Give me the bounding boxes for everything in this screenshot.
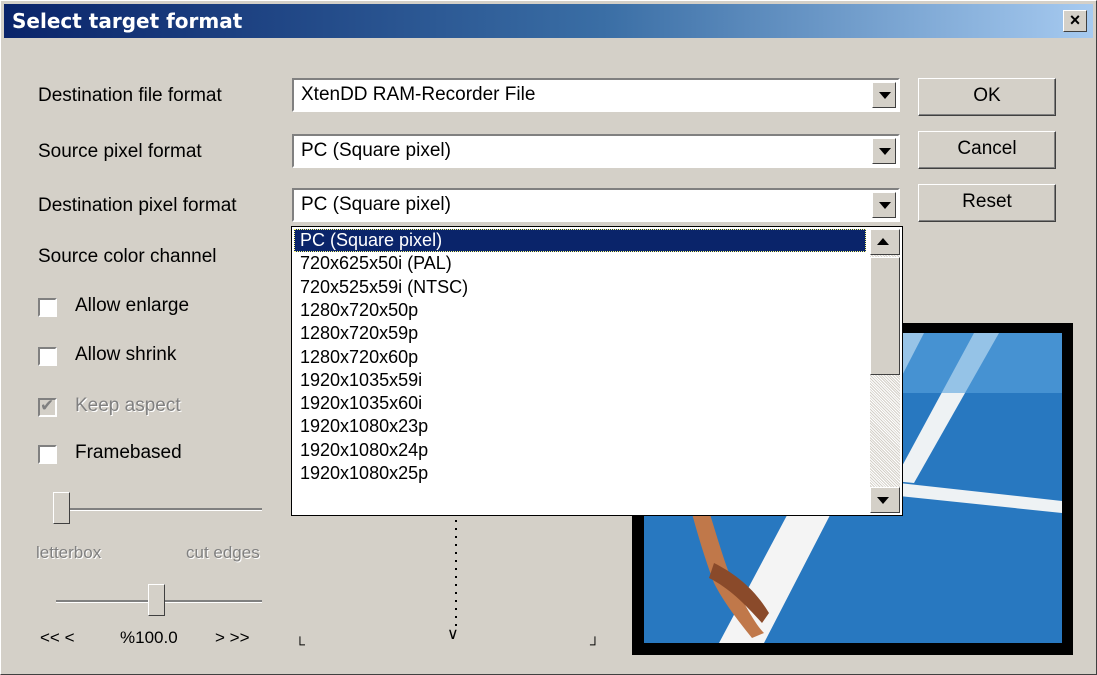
dropdown-option[interactable]: 1920x1080x24p xyxy=(294,439,866,462)
chevron-down-icon xyxy=(879,92,891,99)
dropdown-option[interactable]: PC (Square pixel) xyxy=(294,229,866,252)
destination-file-format-select[interactable]: XtenDD RAM-Recorder File xyxy=(292,78,900,112)
chevron-up-icon xyxy=(877,238,889,245)
dropdown-option[interactable]: 1280x720x59p xyxy=(294,322,866,345)
dialog-title: Select target format xyxy=(12,9,243,33)
cancel-button[interactable]: Cancel xyxy=(918,131,1056,169)
dropdown-option[interactable]: 1920x1080x25p xyxy=(294,462,866,485)
destination-pixel-format-select[interactable]: PC (Square pixel) xyxy=(292,188,900,222)
title-bar[interactable]: Select target format × xyxy=(4,4,1093,38)
scroll-up-button[interactable] xyxy=(870,229,900,255)
keep-aspect-checkbox[interactable]: ✔ xyxy=(38,396,57,417)
destination-file-format-value: XtenDD RAM-Recorder File xyxy=(301,84,536,105)
chevron-down-icon xyxy=(877,497,889,504)
dropdown-scrollbar[interactable] xyxy=(870,229,900,513)
letterbox-slider-thumb[interactable] xyxy=(53,492,70,524)
checkmark-icon: ✔ xyxy=(40,396,55,415)
cut-edges-label: cut edges xyxy=(186,543,260,562)
zoom-decrease-label[interactable]: << < xyxy=(40,628,75,648)
scroll-thumb[interactable] xyxy=(870,257,900,375)
destination-file-format-dropdown-button[interactable] xyxy=(872,82,896,108)
dropdown-option[interactable]: 1920x1080x23p xyxy=(294,415,866,438)
source-pixel-format-value: PC (Square pixel) xyxy=(301,140,451,161)
zoom-increase-label[interactable]: > >> xyxy=(215,628,250,648)
crop-corner-bottom-right: ┘ xyxy=(590,636,600,652)
chevron-down-icon xyxy=(879,202,891,209)
dropdown-option[interactable]: 1280x720x50p xyxy=(294,299,866,322)
chevron-down-icon xyxy=(879,148,891,155)
crop-handle-icon[interactable]: ∨ xyxy=(447,624,459,644)
allow-shrink-checkbox[interactable] xyxy=(38,347,57,366)
crop-guide-line xyxy=(455,520,457,630)
framebased-label: Framebased xyxy=(75,442,182,463)
source-pixel-format-label: Source pixel format xyxy=(38,141,202,162)
dropdown-option[interactable]: 1280x720x60p xyxy=(294,346,866,369)
dropdown-option[interactable]: 1920x1035x60i xyxy=(294,392,866,415)
destination-pixel-format-label: Destination pixel format xyxy=(38,195,237,216)
reset-button[interactable]: Reset xyxy=(918,184,1056,222)
zoom-value-label: %100.0 xyxy=(120,628,178,647)
dropdown-option[interactable]: 720x525x59i (NTSC) xyxy=(294,276,866,299)
keep-aspect-label: Keep aspect xyxy=(75,395,181,416)
scroll-down-button[interactable] xyxy=(870,487,900,513)
source-pixel-format-select[interactable]: PC (Square pixel) xyxy=(292,134,900,168)
source-color-channel-label: Source color channel xyxy=(38,246,217,267)
zoom-slider-thumb[interactable] xyxy=(148,584,165,616)
framebased-checkbox[interactable] xyxy=(38,445,57,464)
allow-enlarge-checkbox[interactable] xyxy=(38,298,57,317)
dropdown-option[interactable]: 1920x1035x59i xyxy=(294,369,866,392)
destination-file-format-label: Destination file format xyxy=(38,85,222,106)
destination-pixel-format-value: PC (Square pixel) xyxy=(301,194,451,215)
letterbox-label: letterbox xyxy=(36,543,102,562)
destination-pixel-format-dropdown-button[interactable] xyxy=(872,192,896,218)
allow-enlarge-label: Allow enlarge xyxy=(75,295,190,316)
close-icon: × xyxy=(1069,10,1081,30)
letterbox-slider-track[interactable] xyxy=(56,508,262,511)
ok-button[interactable]: OK xyxy=(918,78,1056,116)
allow-shrink-label: Allow shrink xyxy=(75,344,177,365)
destination-pixel-format-listbox[interactable]: PC (Square pixel) 720x625x50i (PAL) 720x52… xyxy=(291,226,903,516)
dropdown-option[interactable]: 720x625x50i (PAL) xyxy=(294,252,866,275)
source-pixel-format-dropdown-button[interactable] xyxy=(872,138,896,164)
close-button[interactable]: × xyxy=(1063,10,1087,32)
crop-corner-bottom-left: └ xyxy=(295,636,305,652)
